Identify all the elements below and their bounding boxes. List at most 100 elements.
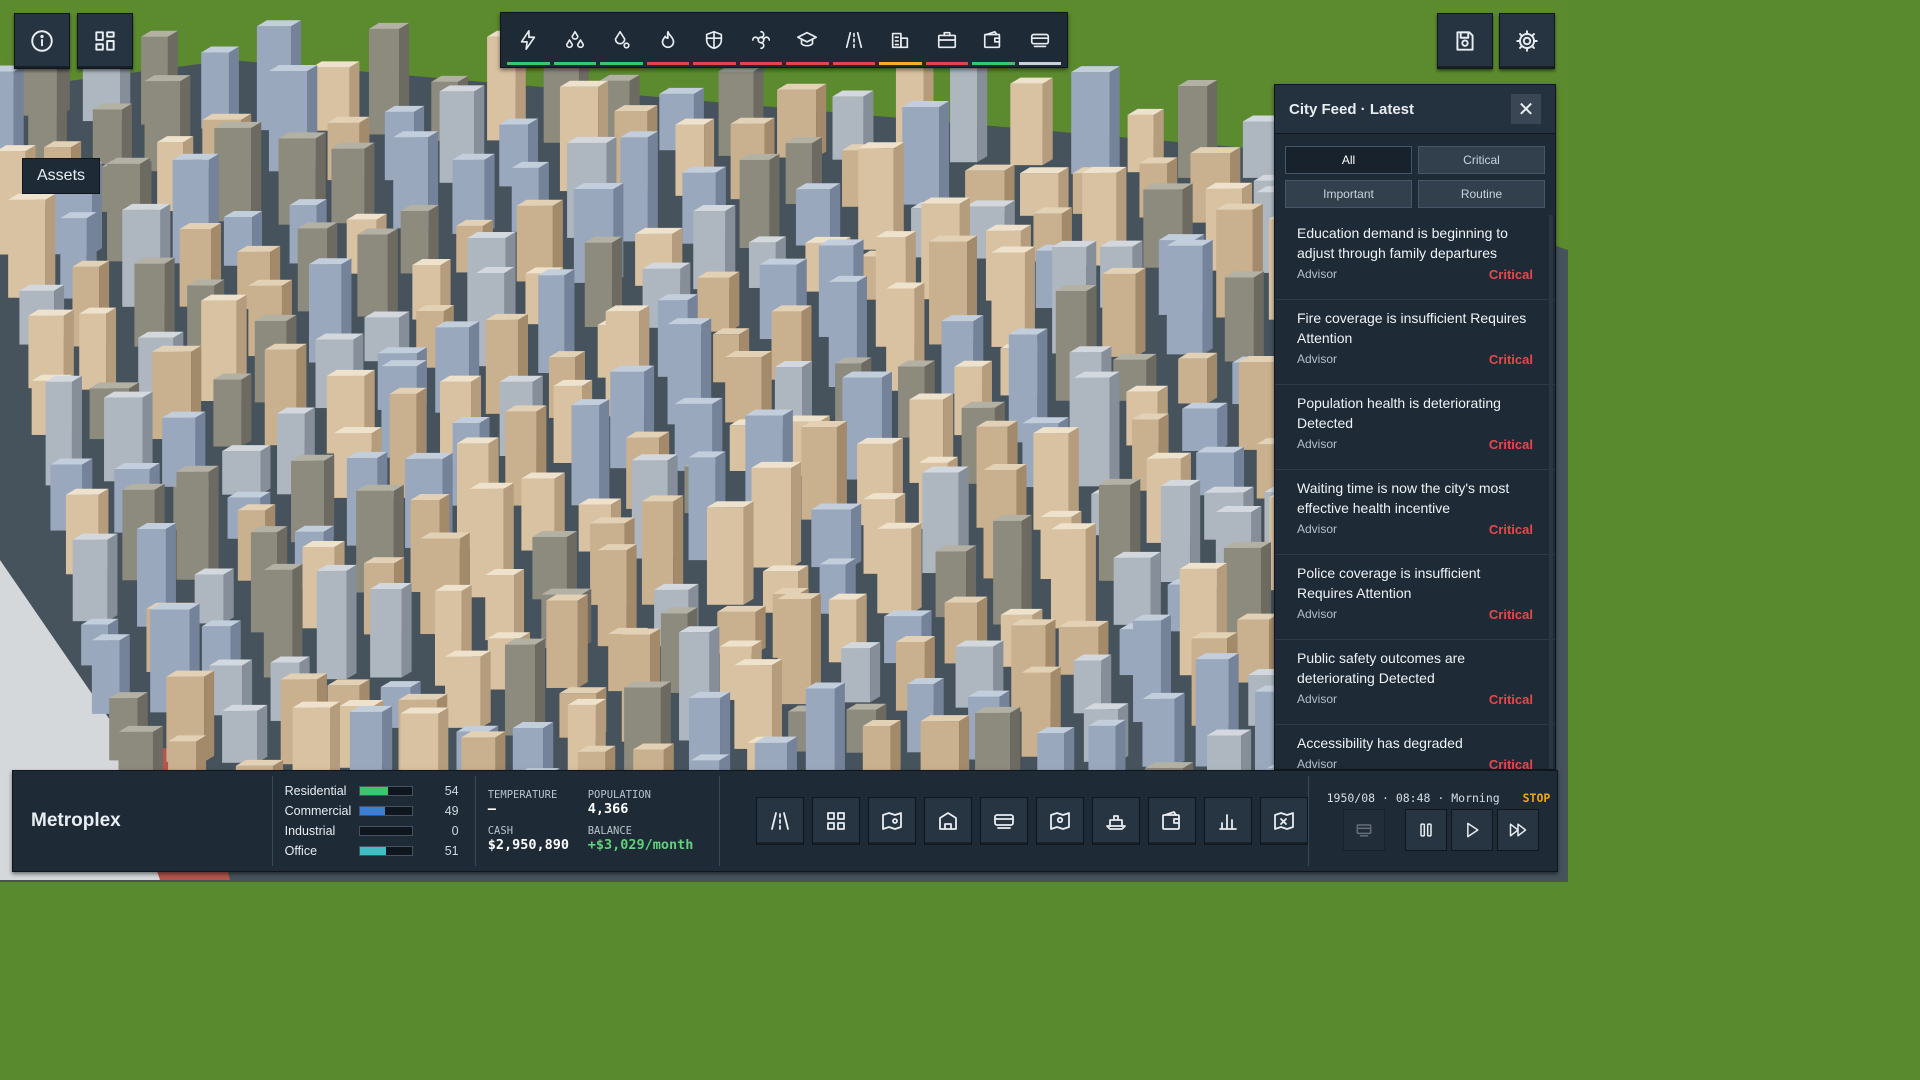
building [751,467,792,568]
building [1238,362,1276,450]
road-overlay-button[interactable] [831,15,878,65]
wallet-overlay-button[interactable] [970,15,1017,65]
map-view-icon [1273,812,1294,830]
building [214,127,252,222]
feed-item[interactable]: Population health is deteriorating Detec… [1275,385,1555,470]
play-icon [1466,822,1479,838]
feed-item-severity: Critical [1488,522,1533,537]
filter-routine[interactable]: Routine [1418,180,1545,208]
police-shield-overlay-button[interactable] [691,15,738,65]
water-drops-overlay-button[interactable] [552,15,599,65]
building-side [1042,77,1053,166]
health-overlay-button[interactable] [738,15,785,65]
transit-speed-button[interactable] [1342,809,1385,851]
zone-value: 49 [444,804,459,818]
building-tool-button[interactable] [923,797,972,845]
zone-label: Office [284,844,318,858]
building-side [1085,523,1096,629]
road-tool-button[interactable] [755,797,804,845]
info-button[interactable] [14,13,70,69]
feed-item-source: Advisor [1297,352,1338,366]
settings-button[interactable] [1499,13,1555,69]
zone-demand-bar [358,846,413,856]
building [79,313,107,390]
ship-button[interactable] [1091,797,1140,845]
budget-wallet-button[interactable] [1147,797,1196,845]
map-view-button[interactable] [1259,797,1308,845]
ship-icon [1105,815,1126,830]
zone-office: Office 51 [285,841,475,861]
time-controls: 1950/08 · 08:48 · Morning STOP [1309,771,1557,871]
filter-all[interactable]: All [1285,146,1412,174]
feed-item[interactable]: Waiting time is now the city's most effe… [1275,470,1555,555]
feed-list[interactable]: Education demand is beginning to adjust … [1275,215,1555,769]
feed-scrollbar[interactable] [1549,215,1553,769]
building [445,656,481,728]
play-button[interactable] [1450,809,1493,851]
feed-title: City Feed · Latest [1289,100,1415,118]
briefcase-icon [937,31,956,49]
service-toolbar [500,12,1068,68]
temperature-value: — [487,801,496,817]
statistics-button[interactable] [1203,797,1252,845]
building [72,539,108,622]
fast-forward-button[interactable] [1496,809,1539,851]
transit-overlay-button[interactable] [1017,15,1064,65]
dashboard-button[interactable] [77,13,133,69]
zone-label: Industrial [284,824,336,838]
building-side [106,307,117,390]
building [213,379,242,447]
feed-item[interactable]: Public safety outcomes are deteriorating… [1275,640,1555,725]
status-indicator [832,62,875,65]
building-side [13,65,24,157]
pause-button[interactable] [1404,809,1447,851]
build-tools [720,797,1308,845]
feed-item-text: Public safety outcomes are deteriorating… [1297,650,1466,686]
sewage-drop-overlay-button[interactable] [598,15,645,65]
building [1010,83,1043,166]
feed-item[interactable]: Education demand is beginning to adjust … [1275,215,1555,300]
building-side [851,503,862,568]
building [877,528,912,614]
close-button[interactable]: ✕ [1511,94,1541,124]
feed-item[interactable]: Fire coverage is insufficient Requires A… [1275,300,1555,385]
building [1166,245,1203,355]
briefcase-overlay-button[interactable] [924,15,971,65]
building-side [1217,402,1228,451]
district-map-icon [1049,812,1070,830]
filter-important[interactable]: Important [1285,180,1412,208]
feed-item-source: Advisor [1297,692,1338,706]
save-button[interactable] [1437,13,1493,69]
filter-critical[interactable]: Critical [1418,146,1545,174]
education-cap-overlay-button[interactable] [784,15,831,65]
building [1178,358,1208,404]
lightning-overlay-button[interactable] [505,15,552,65]
transit-tool-button[interactable] [979,797,1028,845]
building [504,644,536,736]
feed-item[interactable]: Accessibility has degraded Advisor Critica… [1275,725,1555,769]
building-side [647,131,658,242]
zone-label: Commercial [284,804,352,818]
building-side [251,121,262,222]
district-map-button[interactable] [1035,797,1084,845]
buildings-overlay-button[interactable] [877,15,924,65]
feed-item-severity: Critical [1488,437,1533,452]
status-indicator [693,62,736,65]
feed-header: City Feed · Latest ✕ [1275,85,1555,134]
buildings-icon [892,32,909,49]
feed-item-severity: Critical [1488,607,1533,622]
feed-filters: All Critical Important Routine [1275,134,1555,214]
status-indicator [925,62,968,65]
population-label: POPULATION [587,789,651,801]
building [357,234,388,317]
assets-button[interactable]: Assets [22,158,101,194]
building [841,648,871,703]
fire-overlay-button[interactable] [645,15,692,65]
temperature-stat: TEMPERATURE — [488,789,588,817]
zone-value: 0 [451,824,459,838]
feed-item[interactable]: Police coverage is insufficient Requires… [1275,555,1555,640]
zones-grid-button[interactable] [811,797,860,845]
education-cap-icon [797,31,818,47]
status-indicator [879,62,922,65]
map-pin-button[interactable] [867,797,916,845]
